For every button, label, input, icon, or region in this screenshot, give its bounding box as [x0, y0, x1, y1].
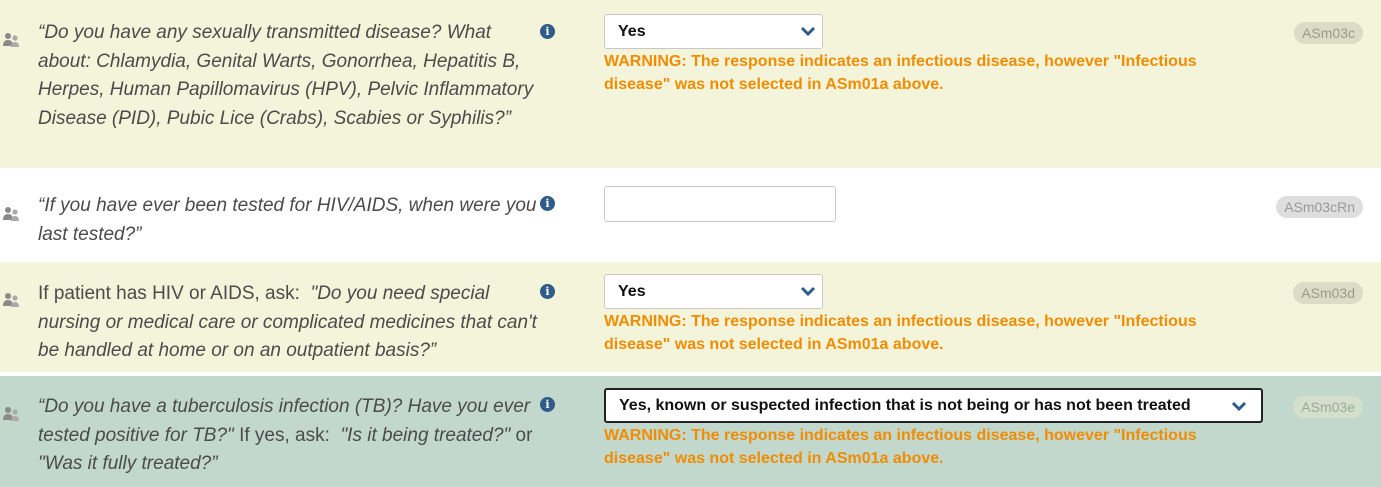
- select-value: Yes, known or suspected infection that i…: [619, 397, 1191, 414]
- people-icon: [3, 207, 19, 221]
- warning-message: WARNING: The response indicates an infec…: [604, 53, 1197, 93]
- select-value: Yes: [618, 23, 646, 40]
- people-icon: [3, 33, 19, 47]
- question-prefix: If patient has HIV or AIDS, ask:: [38, 283, 300, 304]
- warning-message: WARNING: The response indicates an infec…: [604, 313, 1197, 353]
- question-code: ASm03c: [1294, 22, 1363, 44]
- info-icon[interactable]: i: [540, 24, 555, 39]
- answer-select[interactable]: Yes, known or suspected infection that i…: [604, 388, 1263, 423]
- question-row-ASm03e: “Do you have a tuberculosis infection (T…: [0, 376, 1381, 487]
- question-code: ASm03d: [1293, 282, 1363, 304]
- last-tested-input[interactable]: [604, 186, 836, 222]
- chevron-down-icon: [800, 26, 816, 37]
- answer-select[interactable]: Yes: [604, 274, 823, 309]
- people-icon: [3, 407, 19, 421]
- question-text: “If you have ever been tested for HIV/AI…: [38, 195, 537, 245]
- question-code: ASm03cRn: [1276, 196, 1363, 218]
- select-value: Yes: [618, 283, 646, 300]
- question-row-ASm03cRn: “If you have ever been tested for HIV/AI…: [0, 172, 1381, 258]
- answer-select[interactable]: Yes: [604, 14, 823, 49]
- question-row-ASm03c: “Do you have any sexually transmitted di…: [0, 0, 1381, 168]
- chevron-down-icon: [800, 286, 816, 297]
- question-text: If patient has HIV or AIDS, ask: "Do you…: [38, 283, 537, 362]
- people-icon: [3, 293, 19, 307]
- chevron-down-icon: [1231, 401, 1247, 412]
- warning-message: WARNING: The response indicates an infec…: [604, 427, 1197, 467]
- question-code: ASm03e: [1293, 396, 1363, 418]
- info-icon[interactable]: i: [540, 284, 555, 299]
- info-icon[interactable]: i: [540, 196, 555, 211]
- question-text: “Do you have any sexually transmitted di…: [38, 22, 534, 130]
- info-icon[interactable]: i: [540, 397, 555, 412]
- question-text: “Do you have a tuberculosis infection (T…: [38, 396, 533, 475]
- question-row-ASm03d: If patient has HIV or AIDS, ask: "Do you…: [0, 262, 1381, 372]
